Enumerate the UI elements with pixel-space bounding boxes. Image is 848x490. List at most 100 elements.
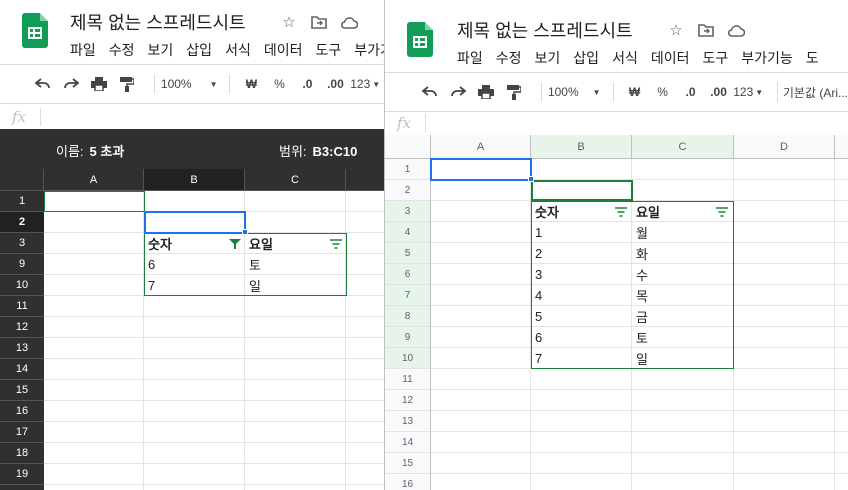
column-header-b[interactable]: B	[531, 135, 632, 159]
move-folder-icon[interactable]	[695, 19, 717, 41]
menu-data[interactable]: 데이터	[651, 48, 690, 68]
row-header-14[interactable]: 14	[385, 432, 431, 453]
row-header-3[interactable]: 3	[0, 233, 44, 254]
zoom-select[interactable]: 100% ▼	[548, 79, 601, 105]
column-header-d[interactable]: D	[734, 135, 835, 159]
menu-insert[interactable]: 삽입	[573, 48, 599, 68]
menu-addons[interactable]: 부가기능	[354, 40, 384, 60]
row-header-9[interactable]: 9	[385, 327, 431, 348]
decrease-decimal-button[interactable]: .0	[680, 79, 702, 105]
redo-icon[interactable]	[60, 71, 82, 97]
filter-view-name[interactable]: 이름: 5 초과	[56, 141, 124, 160]
menu-view[interactable]: 보기	[535, 48, 561, 68]
sheets-logo-icon[interactable]	[22, 13, 48, 48]
column-header-c[interactable]: C	[245, 169, 346, 191]
menu-help[interactable]: 도	[806, 48, 819, 68]
cloud-saved-icon[interactable]	[725, 19, 747, 41]
percent-format-button[interactable]: %	[268, 71, 290, 97]
row-header-1[interactable]: 1	[385, 159, 431, 180]
row-header-4[interactable]: 4	[385, 222, 431, 243]
paint-format-icon[interactable]	[503, 79, 525, 105]
formula-input[interactable]	[426, 113, 848, 133]
active-cell-a1[interactable]	[430, 158, 532, 181]
row-header-12[interactable]: 12	[385, 390, 431, 411]
menu-view[interactable]: 보기	[148, 40, 174, 60]
column-header-partial[interactable]	[835, 135, 848, 159]
zoom-value: 100%	[160, 77, 192, 91]
row-header-19[interactable]: 19	[0, 464, 44, 485]
row-header-2[interactable]: 2	[385, 180, 431, 201]
menu-tools[interactable]: 도구	[702, 48, 728, 68]
row-header-18[interactable]: 18	[0, 443, 44, 464]
column-header-c[interactable]: C	[632, 135, 734, 159]
column-header-a[interactable]: A	[44, 169, 144, 191]
formula-input[interactable]	[41, 107, 384, 127]
row-header-5[interactable]: 5	[385, 243, 431, 264]
row-header-1[interactable]: 1	[0, 191, 44, 212]
redo-icon[interactable]	[447, 79, 469, 105]
doc-title[interactable]: 제목 없는 스프레드시트	[70, 9, 246, 35]
row-header-13[interactable]: 13	[385, 411, 431, 432]
column-header-a[interactable]: A	[431, 135, 531, 159]
row-header-11[interactable]: 11	[385, 369, 431, 390]
active-cell-b2[interactable]	[144, 211, 246, 234]
menu-edit[interactable]: 수정	[496, 48, 522, 68]
percent-format-button[interactable]: %	[652, 79, 674, 105]
currency-format-button[interactable]: ₩	[624, 79, 646, 105]
menu-file[interactable]: 파일	[70, 40, 96, 60]
menu-data[interactable]: 데이터	[264, 40, 303, 60]
more-formats-select[interactable]: 123 ▼	[350, 71, 380, 97]
fill-handle[interactable]	[242, 229, 248, 235]
row-header-15[interactable]: 15	[0, 380, 44, 401]
row-header-3[interactable]: 3	[385, 201, 431, 222]
row-header-11[interactable]: 11	[0, 296, 44, 317]
row-header-14[interactable]: 14	[0, 359, 44, 380]
menu-file[interactable]: 파일	[457, 48, 483, 68]
row-header-7[interactable]: 7	[385, 285, 431, 306]
gridline	[44, 421, 384, 422]
menu-edit[interactable]: 수정	[109, 40, 135, 60]
sheets-logo-icon[interactable]	[407, 22, 433, 57]
row-header-10[interactable]: 10	[0, 275, 44, 296]
increase-decimal-button[interactable]: .00	[708, 79, 730, 105]
select-all-corner[interactable]	[0, 169, 44, 191]
print-icon[interactable]	[475, 79, 497, 105]
row-header-15[interactable]: 15	[385, 453, 431, 474]
menu-addons[interactable]: 부가기능	[741, 48, 793, 68]
row-header-20[interactable]: 20	[0, 485, 44, 490]
row-header-16[interactable]: 16	[0, 401, 44, 422]
column-header-partial[interactable]	[346, 169, 384, 191]
decrease-decimal-button[interactable]: .0	[296, 71, 318, 97]
increase-decimal-button[interactable]: .00	[324, 71, 346, 97]
select-all-corner[interactable]	[385, 135, 431, 159]
row-header-16[interactable]: 16	[385, 474, 431, 490]
row-header-17[interactable]: 17	[0, 422, 44, 443]
undo-icon[interactable]	[32, 71, 54, 97]
row-header-8[interactable]: 8	[385, 306, 431, 327]
column-header-b[interactable]: B	[144, 169, 245, 191]
doc-title[interactable]: 제목 없는 스프레드시트	[457, 17, 633, 43]
row-header-10[interactable]: 10	[385, 348, 431, 369]
menu-tools[interactable]: 도구	[315, 40, 341, 60]
menu-insert[interactable]: 삽입	[186, 40, 212, 60]
undo-icon[interactable]	[419, 79, 441, 105]
row-header-12[interactable]: 12	[0, 317, 44, 338]
star-icon[interactable]: ☆	[278, 11, 300, 33]
row-header-2[interactable]: 2	[0, 212, 44, 233]
move-folder-icon[interactable]	[308, 11, 330, 33]
font-family-select[interactable]: 기본값 (Ari...	[783, 79, 848, 105]
menu-format[interactable]: 서식	[225, 40, 251, 60]
zoom-select[interactable]: 100% ▼	[161, 71, 218, 97]
row-header-9[interactable]: 9	[0, 254, 44, 275]
cloud-saved-icon[interactable]	[338, 11, 360, 33]
row-header-13[interactable]: 13	[0, 338, 44, 359]
currency-format-button[interactable]: ₩	[240, 71, 262, 97]
paint-format-icon[interactable]	[116, 71, 138, 97]
print-icon[interactable]	[88, 71, 110, 97]
fill-handle[interactable]	[528, 176, 534, 182]
row-header-6[interactable]: 6	[385, 264, 431, 285]
more-formats-select[interactable]: 123 ▼	[733, 79, 763, 105]
menu-format[interactable]: 서식	[612, 48, 638, 68]
filter-view-range[interactable]: 범위: B3:C10	[279, 141, 357, 160]
star-icon[interactable]: ☆	[665, 19, 687, 41]
